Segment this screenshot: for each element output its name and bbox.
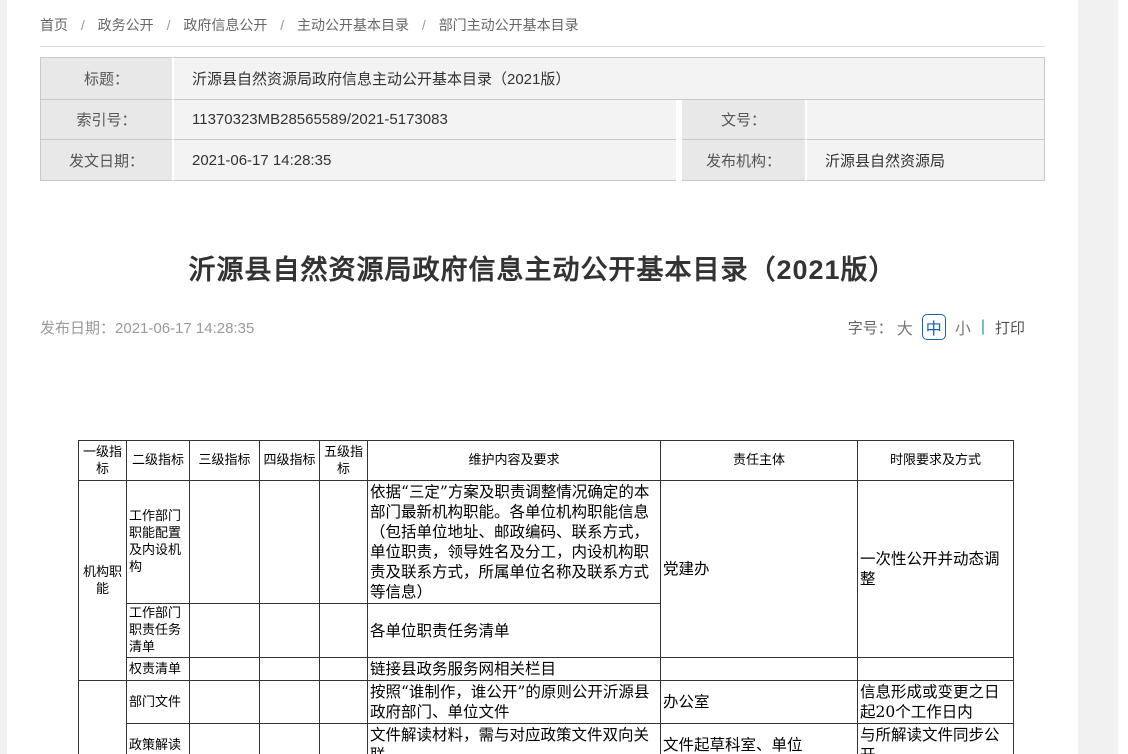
meta-divider: | xyxy=(981,318,985,336)
cell-deadline: 信息形成或变更之日起20个工作日内 xyxy=(858,681,1014,724)
cell-level2: 工作部门职能配置及内设机构 xyxy=(127,481,190,604)
cell-level2: 政策解读 xyxy=(127,724,190,754)
catalog-table: 一级指标 二级指标 三级指标 四级指标 五级指标 维护内容及要求 责任主体 时限… xyxy=(78,440,1014,754)
cell-level2: 权责清单 xyxy=(127,658,190,681)
table-header-row: 一级指标 二级指标 三级指标 四级指标 五级指标 维护内容及要求 责任主体 时限… xyxy=(79,441,1014,481)
cell-empty xyxy=(190,658,260,681)
cell-deadline: 与所解读文件同步公开 xyxy=(858,724,1014,754)
cell-empty xyxy=(260,658,320,681)
doc-number-label: 文号： xyxy=(682,100,805,140)
cell-empty xyxy=(260,681,320,724)
cell-owner: 党建办 xyxy=(661,481,858,658)
cell-empty xyxy=(320,481,368,604)
breadcrumb-separator: / xyxy=(81,17,85,33)
doc-title-value: 沂源县自然资源局政府信息主动公开基本目录（2021版） xyxy=(172,57,1045,100)
header-content: 维护内容及要求 xyxy=(368,441,661,481)
font-size-controls: 字号： 大 中 小 | 打印 xyxy=(848,314,1025,340)
font-size-medium-button[interactable]: 中 xyxy=(922,314,946,340)
header-level2: 二级指标 xyxy=(127,441,190,481)
header-level3: 三级指标 xyxy=(190,441,260,481)
print-button[interactable]: 打印 xyxy=(995,317,1025,338)
cell-level1-jigou: 机构职能 xyxy=(79,481,127,681)
publish-date-value: 2021-06-17 14:28:35 xyxy=(115,320,254,337)
table-row: 机构职能 工作部门职能配置及内设机构 依据“三定”方案及职责调整情况确定的本部门… xyxy=(79,481,1014,604)
page-left-margin xyxy=(0,0,7,754)
table-row: 政策解读 文件解读材料，需与对应政策文件双向关联 文件起草科室、单位 与所解读文… xyxy=(79,724,1014,754)
publish-date-label: 发布日期： xyxy=(40,320,115,337)
cell-empty xyxy=(320,658,368,681)
cell-level2: 工作部门职责任务清单 xyxy=(127,604,190,658)
cell-empty xyxy=(858,658,1014,681)
cell-empty xyxy=(260,481,320,604)
breadcrumb-info-disclosure[interactable]: 政府信息公开 xyxy=(183,17,267,33)
font-size-small-button[interactable]: 小 xyxy=(955,315,971,339)
page: 首页 / 政务公开 / 政府信息公开 / 主动公开基本目录 / 部门主动公开基本… xyxy=(0,0,1128,754)
font-size-large-button[interactable]: 大 xyxy=(897,315,913,339)
breadcrumb-divider xyxy=(40,46,1045,47)
breadcrumb-zhengwu[interactable]: 政务公开 xyxy=(98,17,154,33)
cell-level2: 部门文件 xyxy=(127,681,190,724)
page-title: 沂源县自然资源局政府信息主动公开基本目录（2021版） xyxy=(40,248,1045,287)
cell-empty xyxy=(190,481,260,604)
table-row: 权责清单 链接县政务服务网相关栏目 xyxy=(79,658,1014,681)
doc-agency-value: 沂源县自然资源局 xyxy=(805,140,1045,181)
header-deadline: 时限要求及方式 xyxy=(858,441,1014,481)
font-size-label: 字号： xyxy=(848,317,893,338)
cell-content: 文件解读材料，需与对应政策文件双向关联 xyxy=(368,724,661,754)
doc-date-label: 发文日期： xyxy=(40,140,172,181)
cell-content: 依据“三定”方案及职责调整情况确定的本部门最新机构职能。各单位机构职能信息（包括… xyxy=(368,481,661,604)
cell-level1 xyxy=(79,681,127,754)
cell-content: 按照“谁制作，谁公开”的原则公开沂源县政府部门、单位文件 xyxy=(368,681,661,724)
article-meta-row: 发布日期：2021-06-17 14:28:35 字号： 大 中 小 | 打印 xyxy=(40,314,1045,340)
doc-agency-label: 发布机构： xyxy=(682,140,805,181)
doc-number-value xyxy=(805,100,1045,140)
cell-empty xyxy=(320,681,368,724)
cell-empty xyxy=(320,724,368,754)
cell-empty xyxy=(190,724,260,754)
breadcrumb-home[interactable]: 首页 xyxy=(40,17,68,33)
doc-title-label: 标题： xyxy=(40,57,172,100)
cell-empty xyxy=(661,658,858,681)
document-info-table: 标题： 沂源县自然资源局政府信息主动公开基本目录（2021版） 索引号： 113… xyxy=(40,57,1045,181)
doc-index-value: 11370323MB28565589/2021-5173083 xyxy=(172,100,676,140)
header-level5: 五级指标 xyxy=(320,441,368,481)
cell-empty xyxy=(190,604,260,658)
cell-content: 各单位职责任务清单 xyxy=(368,604,661,658)
breadcrumb: 首页 / 政务公开 / 政府信息公开 / 主动公开基本目录 / 部门主动公开基本… xyxy=(40,15,579,35)
header-level1: 一级指标 xyxy=(79,441,127,481)
cell-empty xyxy=(260,604,320,658)
cell-empty xyxy=(190,681,260,724)
breadcrumb-separator: / xyxy=(280,17,284,33)
doc-date-value: 2021-06-17 14:28:35 xyxy=(172,140,676,181)
breadcrumb-separator: / xyxy=(422,17,426,33)
breadcrumb-dept-catalog[interactable]: 部门主动公开基本目录 xyxy=(439,17,579,33)
cell-content: 链接县政务服务网相关栏目 xyxy=(368,658,661,681)
header-owner: 责任主体 xyxy=(661,441,858,481)
scrollbar-track[interactable] xyxy=(1078,0,1118,754)
breadcrumb-basic-catalog[interactable]: 主动公开基本目录 xyxy=(297,17,409,33)
cell-owner: 办公室 xyxy=(661,681,858,724)
table-row: 部门文件 按照“谁制作，谁公开”的原则公开沂源县政府部门、单位文件 办公室 信息… xyxy=(79,681,1014,724)
doc-index-label: 索引号： xyxy=(40,100,172,140)
cell-deadline: 一次性公开并动态调整 xyxy=(858,481,1014,658)
cell-empty xyxy=(260,724,320,754)
breadcrumb-separator: / xyxy=(167,17,171,33)
cell-empty xyxy=(320,604,368,658)
header-level4: 四级指标 xyxy=(260,441,320,481)
cell-owner: 文件起草科室、单位 xyxy=(661,724,858,754)
publish-date: 发布日期：2021-06-17 14:28:35 xyxy=(40,317,254,338)
